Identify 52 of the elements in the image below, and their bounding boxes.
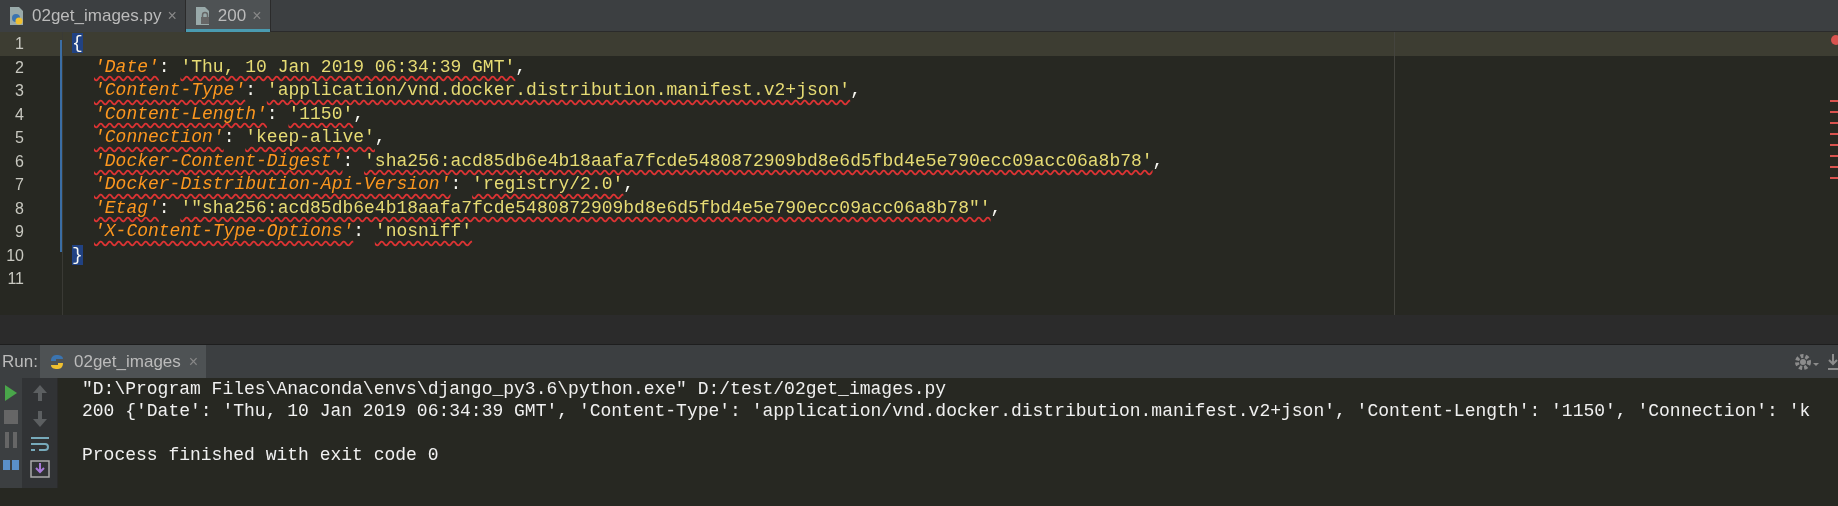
pause-icon[interactable] xyxy=(4,432,18,448)
editor-tab[interactable]: 200 × xyxy=(185,0,271,32)
tab-label: 02get_images xyxy=(74,350,181,373)
stop-icon[interactable] xyxy=(4,410,18,424)
close-icon[interactable]: × xyxy=(188,349,199,374)
code-line: 'Docker-Distribution-Api-Version': 'registry/2.0', xyxy=(94,173,635,196)
tab-label: 02get_images.py xyxy=(32,5,162,28)
python-file-icon xyxy=(8,6,26,26)
error-marker[interactable] xyxy=(1830,144,1838,146)
error-marker[interactable] xyxy=(1830,177,1838,179)
line-number: 3 xyxy=(14,81,24,101)
editor-tab[interactable]: 02get_images.py × xyxy=(0,0,186,32)
code-line: 'Connection': 'keep-alive', xyxy=(94,126,386,149)
close-icon[interactable]: × xyxy=(167,4,177,28)
code-line: 'Docker-Content-Digest': 'sha256:acd85db6e4b18aafa7fcde5480872909bd8e6d5fbd4e5e790ecc09acc06a8b78', xyxy=(94,149,1164,173)
line-number: 2 xyxy=(14,57,24,78)
line-number: 7 xyxy=(14,175,24,195)
line-number: 1 xyxy=(14,34,24,54)
download-icon[interactable] xyxy=(1828,352,1838,371)
code-line: 'Content-Length': '1150', xyxy=(94,102,365,126)
up-arrow-icon[interactable] xyxy=(31,384,48,402)
line-number: 8 xyxy=(14,198,24,219)
settings-icon[interactable] xyxy=(1794,352,1820,371)
code-line: 'Content-Type': 'application/vnd.docker.distribution.manifest.v2+json', xyxy=(94,79,861,102)
soft-wrap-icon[interactable] xyxy=(29,436,50,452)
error-marker[interactable] xyxy=(1830,111,1838,113)
error-marker[interactable] xyxy=(1830,155,1838,157)
run-tab[interactable]: 02get_images × xyxy=(40,345,207,378)
line-number: 11 xyxy=(6,269,24,289)
line-number: 9 xyxy=(14,222,24,242)
line-number: 4 xyxy=(14,104,24,125)
console-line: Process finished with exit code 0 xyxy=(82,444,440,466)
tab-label: 200 xyxy=(217,5,247,28)
line-number: 10 xyxy=(5,245,24,266)
console-line: "D:\Program Files\Anaconda\envs\django_py3.6\python.exe" D:/test/02get_images.py xyxy=(82,378,948,400)
error-marker[interactable] xyxy=(1830,122,1838,124)
error-marker[interactable] xyxy=(1830,133,1838,135)
error-marker[interactable] xyxy=(1830,166,1838,168)
panel-label: Run: xyxy=(2,350,36,373)
console-line: 200 {'Date': 'Thu, 10 Jan 2019 06:34:39 GMT', 'Content-Type': 'application/vnd.docker.distribution.manifest.v2+json', 'Content-Length': '1150', 'Connection': 'k xyxy=(82,400,1811,422)
locked-file-icon xyxy=(193,6,212,26)
code-line: 'X-Content-Type-Options': 'nosniff' xyxy=(94,220,473,243)
code-line: 'Etag': '"sha256:acd85db6e4b18aafa7fcde5480872909bd8e6d5fbd4e5e790ecc09acc06a8b78"', xyxy=(94,196,1002,220)
close-icon[interactable]: × xyxy=(252,4,262,28)
down-arrow-icon[interactable] xyxy=(31,410,48,428)
scroll-to-end-icon[interactable] xyxy=(29,460,50,478)
error-marker[interactable] xyxy=(1830,100,1838,102)
code-line: 'Date': 'Thu, 10 Jan 2019 06:34:39 GMT', xyxy=(94,55,527,79)
run-icon[interactable] xyxy=(4,384,18,402)
error-indicator-icon[interactable] xyxy=(1831,35,1838,45)
line-number: 5 xyxy=(14,128,24,148)
line-number: 6 xyxy=(14,151,24,172)
